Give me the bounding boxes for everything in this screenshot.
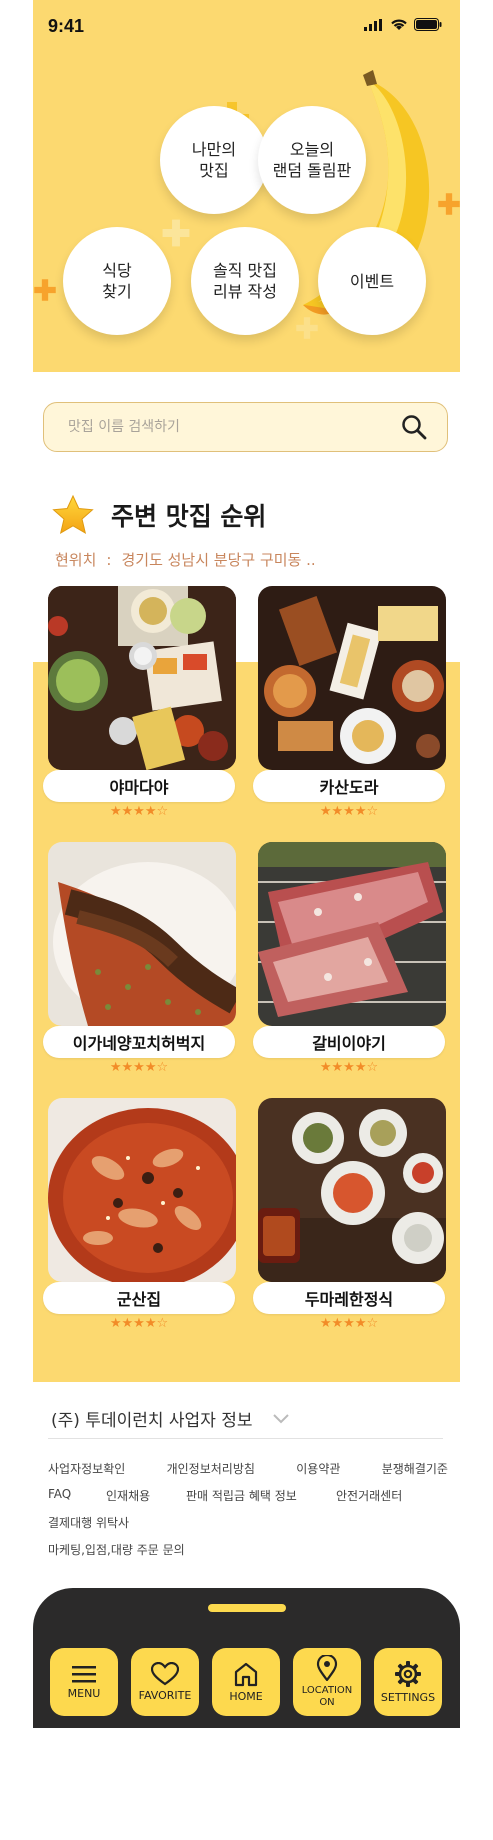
menu-icon (72, 1666, 96, 1683)
search-input[interactable] (66, 418, 401, 436)
restaurant-name: 야마다야 (43, 770, 235, 802)
chevron-down-icon[interactable] (272, 1413, 289, 1424)
location-label: 현위치 (55, 551, 97, 569)
sparkle-icon (296, 317, 318, 339)
battery-icon (414, 18, 442, 31)
footer-link[interactable]: 인재채용 (106, 1487, 186, 1504)
bottom-nav: MENU FAVORITE HOME LOCATION ON SETTINGS (33, 1588, 460, 1728)
status-icons (364, 18, 442, 31)
rating-stars: ★★★★☆ (319, 804, 379, 819)
restaurant-photo (48, 842, 236, 1026)
rating-stars: ★★★★☆ (319, 1316, 379, 1331)
nav-label: HOME (229, 1690, 263, 1703)
restaurant-photo (48, 586, 236, 770)
footer-link-row: 마케팅,입점,대량 주문 문의 (48, 1541, 448, 1558)
footer-link[interactable]: 결제대행 위탁사 (48, 1514, 129, 1531)
restaurant-card[interactable]: 두마레한정식 ★★★★☆ (253, 1098, 446, 1331)
restaurant-card[interactable]: 갈비이야기 ★★★★☆ (253, 842, 446, 1075)
footer-link-row: FAQ 인재채용 판매 적립금 혜택 정보 안전거래센터 (48, 1487, 448, 1504)
business-info-toggle[interactable]: (주) 투데이런치 사업자 정보 (51, 1406, 289, 1431)
rating-stars: ★★★★☆ (109, 804, 169, 819)
bubble-label: 오늘의 (289, 140, 335, 159)
nav-home-button[interactable]: HOME (212, 1648, 280, 1716)
footer-link[interactable]: 이용약관 (296, 1460, 340, 1477)
footer-links: 사업자정보확인 개인정보처리방침 이용약관 분쟁해결기준 FAQ 인재채용 판매… (48, 1460, 448, 1568)
footer-link[interactable]: 분쟁해결기준 (382, 1460, 448, 1477)
restaurant-card[interactable]: 야마다야 ★★★★☆ (43, 586, 236, 819)
restaurant-name: 두마레한정식 (253, 1282, 445, 1314)
location-value: 경기도 성남시 분당구 구미동 .. (121, 551, 316, 569)
ranking-title: 주변 맛집 순위 (111, 502, 267, 531)
footer-link-row: 사업자정보확인 개인정보처리방침 이용약관 분쟁해결기준 (48, 1460, 448, 1477)
nav-label: LOCATION (301, 1685, 353, 1696)
restaurant-card[interactable]: 군산집 ★★★★☆ (43, 1098, 236, 1331)
nav-label: MENU (67, 1687, 101, 1700)
rating-stars: ★★★★☆ (109, 1316, 169, 1331)
footer-link[interactable]: 판매 적립금 혜택 정보 (186, 1487, 336, 1504)
bubble-label: 맛집 (199, 161, 229, 180)
bubble-label: 나만의 (191, 140, 237, 159)
bubble-label: 식당 (102, 261, 132, 280)
restaurant-name: 카산도라 (253, 770, 445, 802)
rating-stars: ★★★★☆ (319, 1060, 379, 1075)
restaurant-photo (258, 1098, 446, 1282)
write-review-button[interactable]: 솔직 맛집리뷰 작성 (191, 227, 299, 335)
footer-link[interactable]: 마케팅,입점,대량 주문 문의 (48, 1541, 185, 1558)
business-info-title: (주) 투데이런치 사업자 정보 (51, 1411, 253, 1431)
location-separator: : (106, 551, 112, 569)
nav-favorite-button[interactable]: FAVORITE (131, 1648, 199, 1716)
find-restaurant-button[interactable]: 식당찾기 (63, 227, 171, 335)
nav-menu-button[interactable]: MENU (50, 1648, 118, 1716)
search-bar[interactable] (43, 402, 448, 452)
hero-banner: 9:41 나만의 맛집 오늘의 랜덤 돌림판 식당 찾기 솔직 맛집 리뷰 작성… (33, 0, 460, 372)
divider (48, 1438, 443, 1439)
bubble-label: 이벤트 (349, 271, 395, 291)
gear-icon (395, 1661, 421, 1687)
restaurant-name: 갈비이야기 (253, 1026, 445, 1058)
restaurant-photo (258, 842, 446, 1026)
bubble-label: 랜덤 돌림판 (272, 161, 352, 180)
footer-link[interactable]: 개인정보처리방침 (167, 1460, 255, 1477)
rating-stars: ★★★★☆ (109, 1060, 169, 1075)
signal-icon (364, 18, 382, 31)
nav-settings-button[interactable]: SETTINGS (374, 1648, 442, 1716)
bubble-label: 찾기 (102, 282, 132, 301)
restaurant-name: 이가네양꼬치허벅지 (43, 1026, 235, 1058)
nav-label: SETTINGS (380, 1691, 436, 1704)
restaurant-card[interactable]: 이가네양꼬치허벅지 ★★★★☆ (43, 842, 236, 1075)
footer-link-row: 결제대행 위탁사 (48, 1514, 448, 1531)
current-location[interactable]: 현위치: 경기도 성남시 분당구 구미동 .. (55, 549, 316, 570)
drag-handle[interactable] (208, 1604, 286, 1612)
footer-link[interactable]: 사업자정보확인 (48, 1460, 125, 1477)
restaurant-card[interactable]: 카산도라 ★★★★☆ (253, 586, 446, 819)
sparkle-icon (438, 193, 460, 215)
status-time: 9:41 (48, 16, 85, 36)
nav-label: FAVORITE (138, 1689, 192, 1702)
home-icon (234, 1662, 258, 1687)
sparkle-icon (162, 219, 190, 247)
footer-link[interactable]: FAQ (48, 1487, 106, 1504)
app-screen: 9:41 나만의 맛집 오늘의 랜덤 돌림판 식당 찾기 솔직 맛집 리뷰 작성… (33, 0, 460, 1728)
footer-link[interactable]: 안전거래센터 (336, 1487, 402, 1504)
restaurant-photo (258, 586, 446, 770)
my-restaurants-button[interactable]: 나만의맛집 (160, 106, 268, 214)
nav-label: ON (319, 1697, 335, 1708)
bubble-label: 리뷰 작성 (213, 282, 277, 301)
star-icon (52, 494, 94, 535)
search-icon[interactable] (401, 414, 427, 440)
restaurant-name: 군산집 (43, 1282, 235, 1314)
heart-icon (151, 1662, 179, 1686)
location-pin-icon (316, 1655, 338, 1681)
sparkle-icon (34, 279, 56, 301)
restaurant-photo (48, 1098, 236, 1282)
nav-location-button[interactable]: LOCATION ON (293, 1648, 361, 1716)
ranking-header: 주변 맛집 순위 (51, 494, 266, 536)
wifi-icon (391, 19, 407, 30)
event-button[interactable]: 이벤트 (318, 227, 426, 335)
random-roulette-button[interactable]: 오늘의랜덤 돌림판 (258, 106, 366, 214)
bubble-label: 솔직 맛집 (213, 261, 277, 280)
